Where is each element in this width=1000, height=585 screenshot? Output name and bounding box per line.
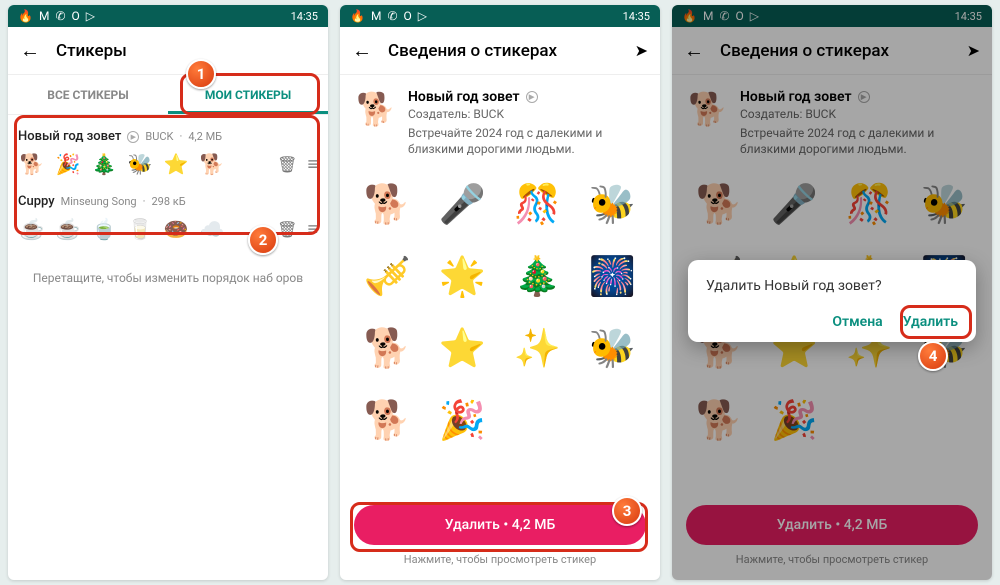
cancel-button[interactable]: Отмена <box>832 314 882 330</box>
back-icon[interactable]: ← <box>20 38 40 63</box>
app-bar: ← Стикеры <box>8 27 328 75</box>
pack-header: 🐕 Новый год зовет ▶ Создатель: BUCK Встр… <box>340 75 660 167</box>
pack-item[interactable]: Новый год зовет ▶ BUCK · 4,2 МБ 🐕🎉🎄 🐝⭐🐕 … <box>18 123 318 188</box>
reorder-hint: Перетащите, чтобы изменить порядок наб о… <box>18 271 318 285</box>
share-icon[interactable]: ➤ <box>635 41 648 60</box>
pack-list: Новый год зовет ▶ BUCK · 4,2 МБ 🐕🎉🎄 🐝⭐🐕 … <box>8 115 328 293</box>
sticker[interactable]: 🐕 <box>356 319 419 379</box>
delete-icon[interactable]: 🗑 <box>277 155 297 174</box>
sticker-grid: 🐕 🎤 🎊 🐝 🎺 🌟 🎄 🎆 🐕 ⭐ ✨ 🐝 🐕 🎉 <box>340 167 660 459</box>
screen-delete-dialog: 🔥M✆O▷ 14:35 ← Сведения о стикерах ➤ 🐕 Но… <box>672 5 992 580</box>
sticker[interactable]: 🎤 <box>431 175 494 235</box>
pack-thumbs: ☕☕🍵 🥛🍩☁️ <box>18 215 267 243</box>
sticker[interactable]: ⭐ <box>431 319 494 379</box>
tab-all-stickers[interactable]: ВСЕ СТИКЕРЫ <box>8 75 168 114</box>
pack-creator: Создатель: BUCK <box>408 107 644 121</box>
confirm-dialog: Удалить Новый год зовет? Отмена Удалить <box>688 260 976 342</box>
step-marker: 1 <box>186 59 216 89</box>
sticker[interactable]: 🎉 <box>431 391 494 451</box>
back-icon[interactable]: ← <box>352 38 372 63</box>
play-icon: ▶ <box>127 131 139 143</box>
status-time: 14:35 <box>291 10 318 23</box>
pack-name: Новый год зовет <box>18 129 121 144</box>
sticker[interactable]: 🐕 <box>356 175 419 235</box>
status-bar: 🔥M✆O▷ 14:35 <box>340 5 660 27</box>
sticker[interactable]: 🐕 <box>356 391 419 451</box>
screen-sticker-detail: 🔥M✆O▷ 14:35 ← Сведения о стикерах ➤ 🐕 Но… <box>340 5 660 580</box>
sticker[interactable]: 🎆 <box>581 247 644 307</box>
sticker[interactable]: 🐝 <box>581 319 644 379</box>
status-icons: 🔥M✆O▷ <box>18 9 95 23</box>
page-title: Стикеры <box>56 41 316 61</box>
drag-handle-icon[interactable]: ≡ <box>307 219 318 240</box>
drag-handle-icon[interactable]: ≡ <box>307 154 318 175</box>
pack-thumbs: 🐕🎉🎄 🐝⭐🐕 <box>18 150 267 178</box>
screen-stickers-list: 🔥M✆O▷ 14:35 ← Стикеры ВСЕ СТИКЕРЫ МОИ СТ… <box>8 5 328 580</box>
sticker[interactable]: 🎊 <box>506 175 569 235</box>
sticker[interactable]: 🎄 <box>506 247 569 307</box>
sticker[interactable]: 🐝 <box>581 175 644 235</box>
status-bar: 🔥M✆O▷ 14:35 <box>8 5 328 27</box>
sticker[interactable]: ✨ <box>506 319 569 379</box>
step-marker: 3 <box>612 496 642 526</box>
step-marker: 2 <box>248 225 278 255</box>
page-title: Сведения о стикерах <box>388 41 619 61</box>
pack-description: Встречайте 2024 год с далекими и близким… <box>408 125 644 157</box>
app-bar: ← Сведения о стикерах ➤ <box>340 27 660 75</box>
step-marker: 4 <box>918 341 948 371</box>
pack-name: Новый год зовет <box>408 89 520 105</box>
status-time: 14:35 <box>623 10 650 23</box>
confirm-delete-button[interactable]: Удалить <box>903 314 958 330</box>
tabs: ВСЕ СТИКЕРЫ МОИ СТИКЕРЫ <box>8 75 328 115</box>
sticker[interactable]: 🌟 <box>431 247 494 307</box>
pack-size: 298 кБ <box>151 195 185 208</box>
pack-size: 4,2 МБ <box>188 130 222 143</box>
delete-button[interactable]: Удалить • 4,2 МБ <box>354 505 646 545</box>
pack-icon: 🐕 <box>356 89 396 129</box>
pack-name: Cuppy <box>18 194 55 209</box>
sticker[interactable]: 🎺 <box>356 247 419 307</box>
dialog-message: Удалить Новый год зовет? <box>706 278 958 294</box>
delete-icon[interactable]: 🗑 <box>277 220 297 239</box>
pack-author: Minseung Song <box>61 195 137 208</box>
pack-author: BUCK <box>145 130 173 143</box>
play-icon: ▶ <box>526 91 538 103</box>
tap-hint: Нажмите, чтобы просмотреть стикер <box>354 553 646 566</box>
